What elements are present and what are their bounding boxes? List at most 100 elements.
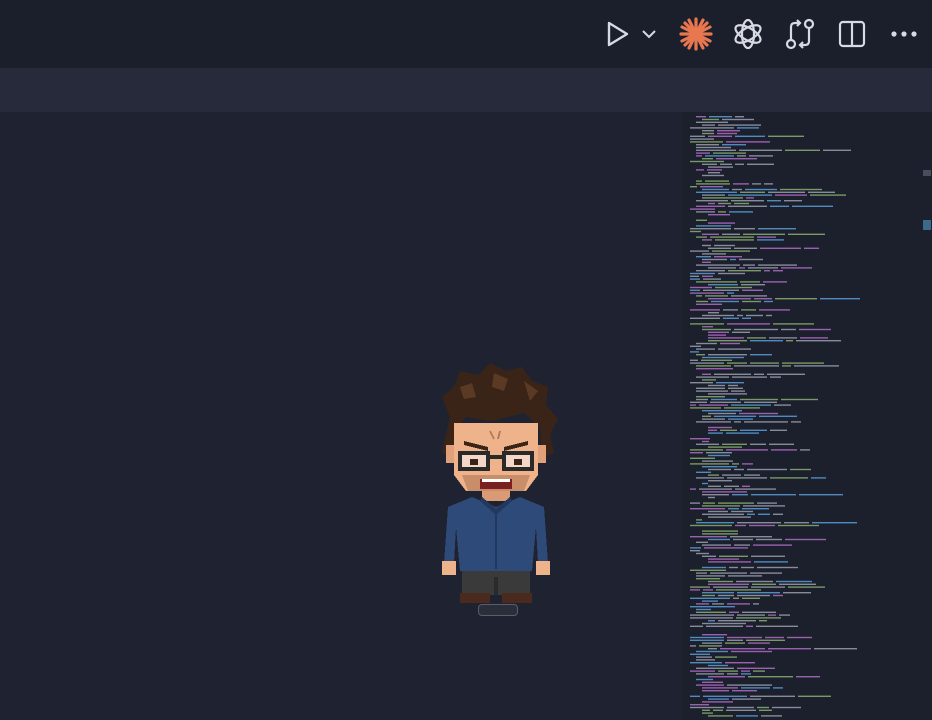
minimap-line [702, 314, 734, 317]
minimap-line [720, 342, 740, 345]
split-editor-button[interactable] [832, 14, 872, 54]
more-actions-button[interactable] [884, 14, 924, 54]
editor-area[interactable] [0, 112, 682, 720]
minimap-line [734, 365, 779, 367]
minimap-line [708, 135, 732, 137]
run-dropdown-button[interactable] [634, 14, 664, 54]
openai-button[interactable] [728, 14, 768, 54]
minimap-line [781, 267, 812, 269]
split-editor-icon [838, 20, 866, 48]
minimap-line [708, 267, 736, 269]
claude-button[interactable] [676, 14, 716, 54]
minimap-line [708, 166, 733, 168]
minimap-line [696, 578, 720, 580]
minimap-line [696, 191, 737, 193]
minimap-line [696, 443, 719, 445]
minimap-line [750, 443, 766, 445]
minimap-line [785, 149, 820, 151]
minimap-line [743, 264, 755, 266]
minimap-line [737, 614, 765, 616]
minimap-line [716, 589, 761, 591]
minimap-line [757, 239, 784, 241]
minimap-line [708, 432, 723, 434]
minimap-line [750, 354, 772, 356]
minimap-line [808, 191, 835, 193]
minimap-line [702, 261, 711, 263]
minimap-line [696, 673, 724, 675]
minimap-line [726, 449, 768, 451]
minimap-line [725, 662, 755, 664]
minimap-line [702, 701, 733, 703]
minimap-line [741, 309, 756, 311]
vertical-scrollbar[interactable] [922, 112, 932, 720]
compare-changes-button[interactable] [780, 14, 820, 54]
minimap-line [708, 284, 738, 286]
minimap-line [731, 200, 764, 202]
minimap-line [727, 673, 738, 675]
minimap-line [690, 362, 724, 364]
minimap-line [705, 155, 734, 157]
minimap-line [696, 180, 702, 182]
minimap-line [699, 404, 728, 406]
minimap-line [782, 365, 791, 367]
minimap-line [708, 510, 728, 513]
minimap-line [702, 690, 729, 692]
minimap-line [690, 141, 723, 143]
minimap-line [696, 149, 736, 151]
minimap-line [702, 118, 719, 121]
minimap-line [768, 135, 804, 137]
minimap-line [750, 695, 795, 697]
minimap-line [717, 130, 740, 132]
minimap-line [702, 594, 715, 597]
minimap-line [690, 536, 727, 538]
minimap-line [779, 614, 790, 616]
minimap-line [784, 200, 802, 202]
minimap-line [727, 323, 770, 325]
minimap-line [696, 348, 715, 350]
minimap-line [732, 188, 742, 191]
minimap-line [754, 373, 764, 375]
scrollbar-thumb[interactable] [923, 220, 931, 230]
minimap-line [728, 205, 767, 207]
minimap-line [708, 516, 751, 518]
minimap[interactable] [682, 112, 922, 720]
minimap-line [690, 401, 707, 403]
minimap-line [742, 611, 776, 613]
minimap-line [708, 496, 715, 499]
minimap-line [749, 524, 775, 527]
pet-shadow [478, 604, 518, 616]
minimap-line [702, 440, 709, 443]
minimap-line [770, 429, 787, 431]
run-play-button[interactable] [598, 14, 638, 54]
minimap-line [734, 247, 757, 249]
minimap-line [708, 222, 735, 224]
minimap-line [696, 155, 702, 157]
minimap-line [699, 645, 722, 647]
minimap-line [730, 536, 772, 538]
minimap-line [804, 247, 819, 249]
minimap-line [758, 264, 797, 266]
minimap-line [799, 494, 843, 496]
minimap-line [731, 404, 771, 406]
minimap-line [744, 421, 788, 423]
minimap-line [702, 482, 708, 485]
minimap-line [696, 471, 711, 473]
minimap-line [714, 415, 756, 417]
minimap-line [800, 337, 828, 339]
minimap-line [696, 390, 728, 392]
minimap-line [696, 211, 715, 213]
minimap-line [728, 418, 753, 420]
minimap-line [702, 258, 727, 261]
minimap-line [702, 415, 711, 417]
minimap-line [702, 194, 725, 196]
minimap-line [794, 365, 839, 367]
minimap-line [702, 460, 733, 462]
minimap-line [737, 592, 780, 594]
minimap-line [696, 575, 725, 577]
minimap-line [690, 160, 724, 163]
minimap-line [785, 538, 826, 541]
minimap-line [708, 337, 744, 339]
minimap-line [729, 611, 739, 613]
minimap-line [732, 376, 767, 378]
minimap-line [690, 636, 724, 639]
